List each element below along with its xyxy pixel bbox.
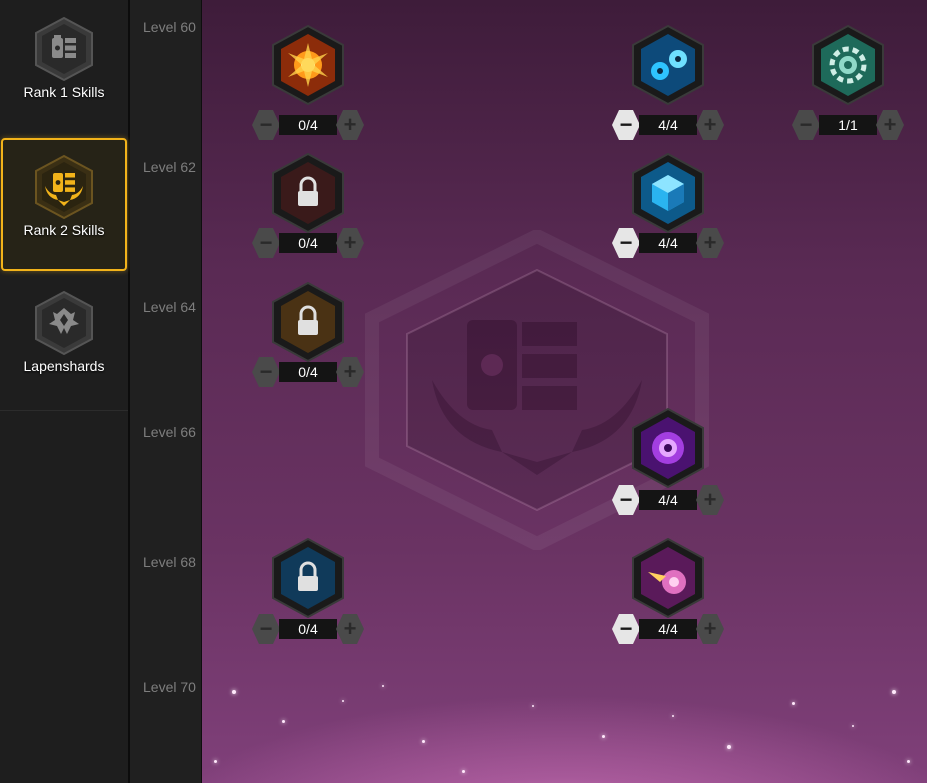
skill-point-count: 4/4	[639, 233, 697, 253]
increase-point-button[interactable]: +	[696, 110, 724, 140]
skill-point-controls: − 4/4 +	[612, 110, 724, 140]
purple-vortex-icon[interactable]	[630, 408, 706, 488]
blue-cube-icon[interactable]	[630, 153, 706, 233]
increase-point-button[interactable]: +	[696, 614, 724, 644]
skill-node: − 4/4 +	[612, 538, 724, 648]
skill-point-count: 0/4	[279, 233, 337, 253]
tab-label: Rank 2 Skills	[23, 222, 105, 238]
lock-icon[interactable]	[270, 538, 346, 618]
decrease-point-button[interactable]: −	[612, 110, 640, 140]
skill-point-count: 4/4	[639, 619, 697, 639]
increase-point-button[interactable]: +	[336, 357, 364, 387]
tab-label: Rank 1 Skills	[23, 84, 105, 100]
tab-rank2-skills[interactable]: Rank 2 Skills	[1, 138, 127, 271]
level-label: Level 62	[143, 159, 196, 175]
blue-robots-icon[interactable]	[630, 25, 706, 105]
increase-point-button[interactable]: +	[696, 228, 724, 258]
level-label: Level 66	[143, 424, 196, 440]
increase-point-button[interactable]: +	[336, 110, 364, 140]
tab-lapenshards[interactable]: Lapenshards	[0, 274, 128, 410]
sparkle	[907, 760, 910, 763]
decrease-point-button[interactable]: −	[792, 110, 820, 140]
sparkle	[727, 745, 731, 749]
decrease-point-button[interactable]: −	[252, 614, 280, 644]
skill-node: − 4/4 +	[612, 25, 724, 140]
sparkle	[282, 720, 285, 723]
decrease-point-button[interactable]: −	[612, 485, 640, 515]
skill-point-controls: − 4/4 +	[612, 228, 724, 258]
skill-point-controls: − 0/4 +	[252, 110, 364, 140]
green-gear-icon[interactable]	[810, 25, 886, 105]
lapenshard-crystal-icon	[35, 290, 93, 356]
sparkle	[422, 740, 425, 743]
skill-node: − 4/4 +	[612, 153, 724, 263]
level-label: Level 60	[143, 19, 196, 35]
sparkle	[342, 700, 344, 702]
sparkle	[852, 725, 854, 727]
skill-point-controls: − 4/4 +	[612, 614, 724, 644]
level-label: Level 68	[143, 554, 196, 570]
decrease-point-button[interactable]: −	[252, 110, 280, 140]
skill-point-controls: − 0/4 +	[252, 228, 364, 258]
tab-label: Lapenshards	[23, 358, 105, 374]
skill-point-count: 4/4	[639, 115, 697, 135]
sparkle	[214, 760, 217, 763]
sparkle	[602, 735, 605, 738]
sparkle	[672, 715, 674, 717]
decrease-point-button[interactable]: −	[252, 357, 280, 387]
skill-point-count: 0/4	[279, 115, 337, 135]
skill-point-count: 0/4	[279, 362, 337, 382]
skill-point-controls: − 1/1 +	[792, 110, 904, 140]
pink-burst-icon[interactable]	[630, 538, 706, 618]
skill-point-count: 1/1	[819, 115, 877, 135]
sparkle	[462, 770, 465, 773]
skill-node: − 0/4 +	[252, 25, 364, 140]
skill-tree-board: − 0/4 + − 4/4 + − 1/1 + − 0/4 + − 4/4 + …	[202, 0, 927, 783]
tab-rank1-skills[interactable]: Rank 1 Skills	[0, 0, 128, 136]
sparkle	[382, 685, 384, 687]
skill-node: − 0/4 +	[252, 282, 364, 392]
skill-point-count: 4/4	[639, 490, 697, 510]
sparkle	[232, 690, 236, 694]
skill-node: − 1/1 +	[792, 25, 904, 140]
skill-point-count: 0/4	[279, 619, 337, 639]
skill-node: − 0/4 +	[252, 538, 364, 648]
rank2-cards-wings-icon	[35, 154, 93, 220]
sparkle	[532, 705, 534, 707]
level-column: Level 60 Level 62 Level 64 Level 66 Leve…	[130, 0, 202, 783]
decrease-point-button[interactable]: −	[612, 614, 640, 644]
orange-burst-icon[interactable]	[270, 25, 346, 105]
lock-icon[interactable]	[270, 282, 346, 362]
increase-point-button[interactable]: +	[696, 485, 724, 515]
increase-point-button[interactable]: +	[876, 110, 904, 140]
skill-node: − 4/4 +	[612, 408, 724, 518]
skill-point-controls: − 0/4 +	[252, 614, 364, 644]
sparkle	[792, 702, 795, 705]
sparkle	[892, 690, 896, 694]
skill-node: − 0/4 +	[252, 153, 364, 263]
increase-point-button[interactable]: +	[336, 614, 364, 644]
level-label: Level 70	[143, 679, 196, 695]
rank1-cards-icon	[35, 16, 93, 82]
skill-category-sidebar: Rank 1 Skills Rank 2 Skills Lapenshards	[0, 0, 130, 783]
level-label: Level 64	[143, 299, 196, 315]
decrease-point-button[interactable]: −	[612, 228, 640, 258]
sidebar-divider	[0, 410, 128, 411]
skill-point-controls: − 0/4 +	[252, 357, 364, 387]
lock-icon[interactable]	[270, 153, 346, 233]
increase-point-button[interactable]: +	[336, 228, 364, 258]
skill-point-controls: − 4/4 +	[612, 485, 724, 515]
decrease-point-button[interactable]: −	[252, 228, 280, 258]
